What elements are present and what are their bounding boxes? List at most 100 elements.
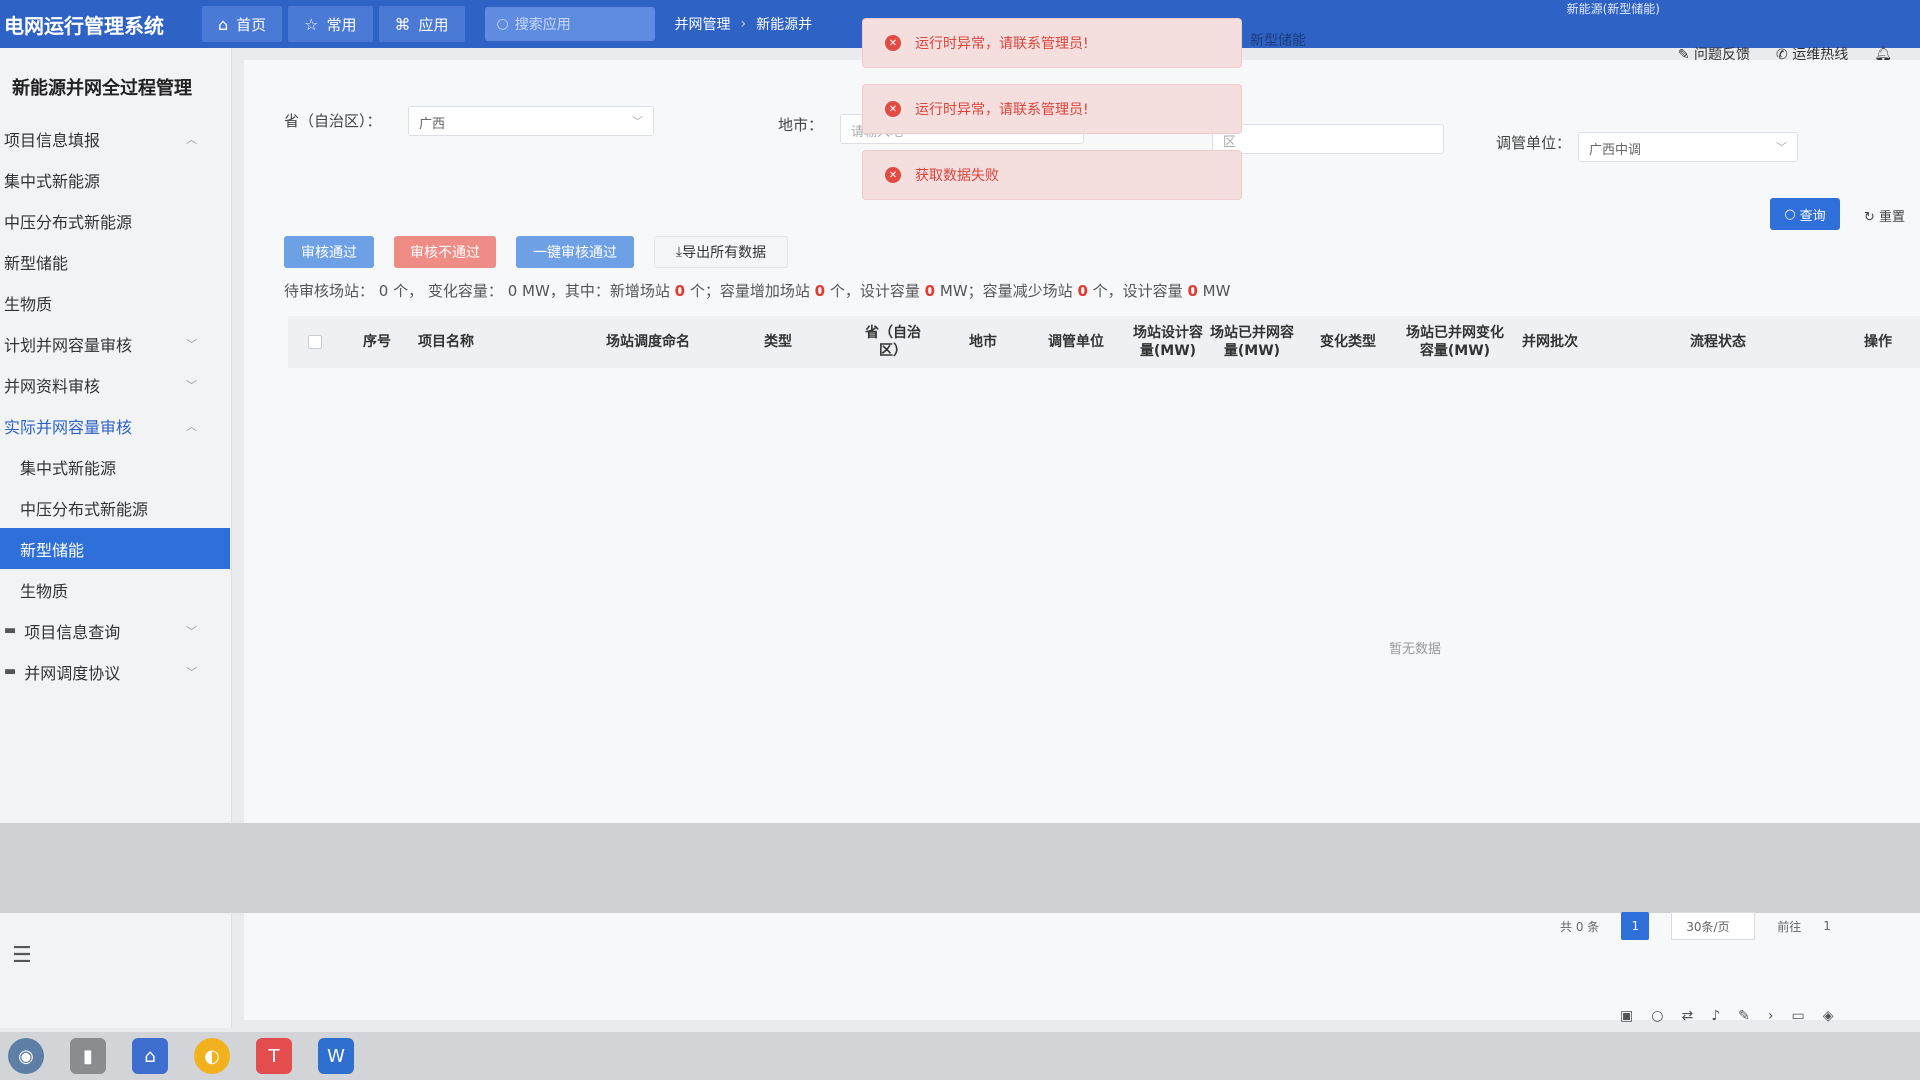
approve-all-button[interactable]: 一键审核通过 — [516, 236, 634, 268]
error-toast: ✕ 获取数据失败 — [862, 150, 1242, 200]
goto-input[interactable]: 1 — [1823, 919, 1831, 933]
empty-state: 暂无数据 — [1389, 642, 1442, 657]
error-icon: ✕ — [885, 167, 901, 183]
approve-button[interactable]: 审核通过 — [284, 236, 374, 268]
keyboard-icon[interactable]: ▭ — [1791, 1008, 1804, 1024]
taskbar: ◉ ▮ ⌂ ◐ T W — [0, 1032, 1920, 1080]
search-icon: ○ — [1784, 206, 1796, 222]
sidebar-item-actual-centralized[interactable]: 集中式新能源 — [0, 446, 231, 487]
error-toast: ✕ 运行时异常，请联系管理员! — [862, 84, 1242, 134]
action-bar: 审核通过 审核不通过 一键审核通过 ⤓ 导出所有数据 — [284, 236, 788, 268]
sidebar-item-biomass[interactable]: 生物质 — [0, 282, 231, 323]
breadcrumb-current: 新型储能 — [1250, 33, 1306, 49]
error-toast: ✕ 运行时异常，请联系管理员! — [862, 18, 1242, 68]
sidebar-item-actual-capacity[interactable]: 实际并网容量审核 ︿ — [0, 405, 231, 446]
goto-label: 前往 — [1777, 919, 1802, 934]
col-status: 流程状态 — [1690, 334, 1746, 350]
error-icon: ✕ — [885, 101, 901, 117]
chevron-down-icon: ﹀ — [186, 665, 197, 679]
sidebar-item-storage[interactable]: 新型储能 — [0, 241, 231, 282]
office-icon[interactable]: W — [318, 1038, 354, 1074]
notification-icon[interactable]: ◈ — [1823, 1008, 1834, 1024]
tab-common[interactable]: ☆ 常用 — [288, 6, 373, 42]
app-tray-icon[interactable]: ▣ — [1620, 1008, 1633, 1024]
app-search-input[interactable]: ○ 搜索应用 — [484, 7, 655, 41]
sidebar-menu: 项目信息填报 ︿ 集中式新能源 中压分布式新能源 新型储能 生物质 计划并网容量审… — [0, 118, 231, 692]
store-icon[interactable]: ⌂ — [132, 1038, 168, 1074]
sidebar-item-plan-capacity[interactable]: 计划并网容量审核 ﹀ — [0, 323, 231, 364]
page-size-select[interactable]: 30条/页 — [1671, 912, 1756, 940]
col-station-name: 场站调度命名 — [606, 334, 690, 350]
export-button[interactable]: ⤓ 导出所有数据 — [654, 236, 788, 268]
browser-icon[interactable]: ◐ — [194, 1038, 230, 1074]
col-index: 序号 — [363, 334, 391, 350]
screen-divider — [0, 823, 1920, 913]
network-icon[interactable]: ⇄ — [1681, 1008, 1693, 1024]
apps-icon: ⌘ — [394, 14, 411, 34]
files-icon[interactable]: ▮ — [70, 1038, 106, 1074]
pen-icon[interactable]: ✎ — [1738, 1008, 1750, 1024]
sidebar-item-distributed[interactable]: 中压分布式新能源 — [0, 200, 231, 241]
chevron-down-icon: ﹀ — [632, 115, 643, 128]
refresh-icon: ↻ — [1864, 210, 1880, 225]
star-icon: ☆ — [304, 14, 319, 34]
text-app-icon[interactable]: T — [256, 1038, 292, 1074]
reset-button[interactable]: ↻ 重置 — [1864, 206, 1905, 225]
breadcrumb-item[interactable]: 新能源并 — [756, 14, 812, 34]
col-connected-capacity: 场站已并网容量(MW) — [1210, 325, 1294, 359]
sidebar-item-docs-review[interactable]: 并网资料审核 ﹀ — [0, 364, 231, 405]
folder-icon: ▬ — [4, 623, 17, 638]
search-icon: ○ — [496, 16, 509, 32]
chevron-up-icon: ︿ — [186, 132, 197, 146]
chevron-down-icon: ﹀ — [186, 337, 197, 351]
error-icon: ✕ — [885, 35, 901, 51]
col-change-type: 变化类型 — [1320, 334, 1376, 350]
menu-collapse-icon[interactable]: ☰ — [12, 943, 32, 968]
start-icon[interactable]: ◉ — [8, 1038, 44, 1074]
breadcrumb: 并网管理 › 新能源并 — [675, 14, 813, 34]
sidebar-item-project-query[interactable]: ▬ 项目信息查询 ﹀ — [0, 610, 231, 651]
summary-line: 待审核场站： 0 个， 变化容量： 0 MW，其中：新增场站 0 个；容量增加场… — [284, 282, 1231, 300]
user-info: 新能源(新型储能) — [1566, 2, 1660, 16]
sidebar-item-actual-biomass[interactable]: 生物质 — [0, 569, 231, 610]
county-input[interactable]: 区 — [1212, 124, 1444, 154]
sidebar-item-actual-distributed[interactable]: 中压分布式新能源 — [0, 487, 231, 528]
reject-button[interactable]: 审核不通过 — [394, 236, 496, 268]
chevron-right-icon: › — [740, 16, 747, 32]
app-title: 电网运行管理系统 — [4, 13, 164, 38]
sidebar-item-centralized[interactable]: 集中式新能源 — [0, 159, 231, 200]
chevron-down-icon: ﹀ — [1776, 141, 1787, 154]
volume-icon[interactable]: ♪ — [1711, 1008, 1720, 1024]
col-design-capacity: 场站设计容量(MW) — [1133, 325, 1203, 359]
page-button[interactable]: 1 — [1621, 912, 1650, 940]
col-province: 省（自治区） — [865, 325, 921, 359]
province-select[interactable]: 广西 ﹀ — [408, 106, 654, 136]
col-type: 类型 — [764, 334, 792, 350]
col-change-capacity: 场站已并网变化容量(MW) — [1406, 325, 1504, 359]
table-header: 序号 项目名称 场站调度命名 类型 省（自治区） 地市 调管单位 场站设计容量(… — [288, 316, 1920, 368]
sidebar-item-project-fill[interactable]: 项目信息填报 ︿ — [0, 118, 231, 159]
col-batch: 并网批次 — [1522, 334, 1578, 350]
province-label: 省（自治区）： — [284, 112, 382, 130]
col-city: 地市 — [969, 334, 997, 350]
select-all-checkbox[interactable] — [308, 335, 322, 349]
home-icon: ⌂ — [218, 14, 229, 34]
chevron-up-icon: ︿ — [186, 419, 197, 433]
sidebar-item-dispatch-agreement[interactable]: ▬ 并网调度协议 ﹀ — [0, 651, 231, 692]
col-actions: 操作 — [1864, 334, 1892, 350]
folder-icon: ▬ — [4, 664, 17, 679]
total-count: 共 0 条 — [1560, 919, 1600, 934]
unit-select[interactable]: 广西中调 ﹀ — [1578, 132, 1798, 162]
col-project-name: 项目名称 — [418, 334, 474, 350]
city-label: 地市： — [778, 116, 824, 134]
system-tray: ▣ ○ ⇄ ♪ ✎ › ▭ ◈ — [1620, 996, 1920, 1036]
tab-apps[interactable]: ⌘ 应用 — [378, 6, 465, 42]
tab-home[interactable]: ⌂ 首页 — [202, 6, 283, 42]
chevron-down-icon: ﹀ — [186, 624, 197, 638]
sidebar-item-actual-storage[interactable]: 新型储能 — [0, 528, 230, 569]
search-icon[interactable]: ○ — [1651, 1008, 1663, 1024]
query-button[interactable]: ○ 查询 — [1770, 198, 1840, 230]
breadcrumb-item[interactable]: 并网管理 — [675, 14, 731, 34]
unit-label: 调管单位： — [1496, 134, 1572, 152]
chevron-right-icon[interactable]: › — [1768, 1008, 1774, 1024]
